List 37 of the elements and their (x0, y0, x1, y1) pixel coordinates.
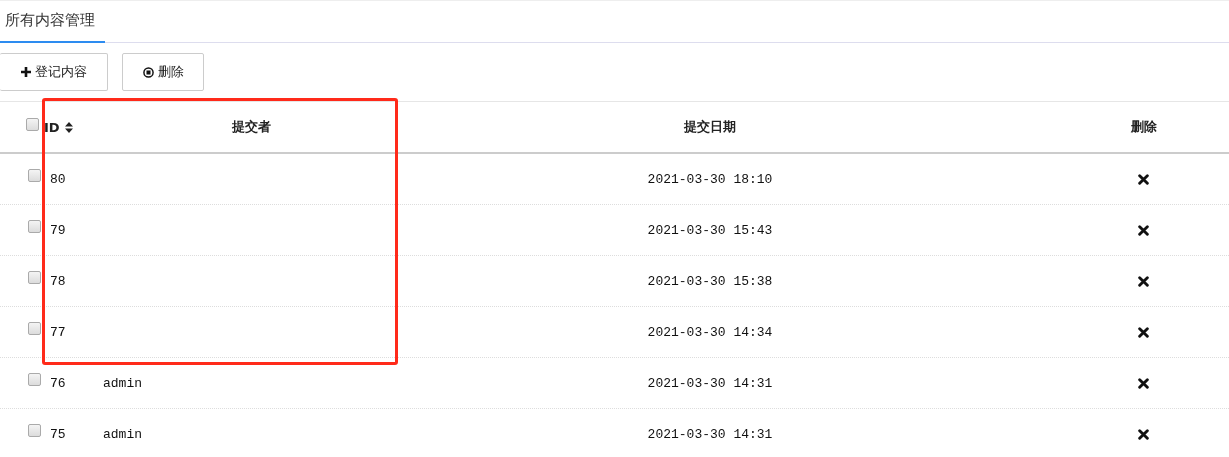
delete-icon[interactable] (1138, 275, 1149, 287)
delete-icon[interactable] (1138, 377, 1149, 389)
date-cell: 2021-03-30 14:31 (647, 427, 773, 442)
checkbox[interactable] (28, 219, 41, 233)
plus-icon (20, 67, 31, 77)
id-cell: 75 (50, 426, 66, 442)
id-cell: 76 (50, 375, 66, 391)
delete-button[interactable]: 删除 (122, 53, 204, 91)
sort-icon[interactable] (64, 121, 73, 133)
id-cell: 78 (50, 273, 66, 289)
delete-icon[interactable] (1138, 173, 1149, 185)
id-cell: 80 (50, 171, 66, 187)
date-cell: 2021-03-30 14:34 (647, 325, 773, 340)
circle-x-icon (142, 66, 154, 78)
delete-icon[interactable] (1138, 224, 1149, 236)
delete-icon[interactable] (1138, 326, 1149, 338)
checkbox[interactable] (26, 117, 39, 131)
submitter-cell: admin (103, 427, 142, 442)
column-header: 提交日期 (684, 119, 736, 134)
submitter-cell: admin (103, 376, 142, 391)
delete-icon[interactable] (1138, 428, 1149, 440)
checkbox[interactable] (28, 270, 41, 284)
column-header: 提交者 (232, 119, 271, 134)
date-cell: 2021-03-30 14:31 (647, 376, 773, 391)
date-cell: 2021-03-30 18:10 (647, 172, 773, 187)
tab[interactable]: 所有内容管理 (0, 1, 105, 43)
id-cell: 79 (50, 222, 66, 238)
add-button[interactable]: 登记内容 (0, 53, 108, 91)
checkbox[interactable] (28, 321, 41, 335)
column-header[interactable]: ID (44, 119, 60, 135)
checkbox[interactable] (28, 372, 41, 386)
date-cell: 2021-03-30 15:38 (647, 274, 773, 289)
id-cell: 77 (50, 324, 66, 340)
column-header: 删除 (1130, 118, 1157, 136)
date-cell: 2021-03-30 15:43 (647, 223, 773, 238)
checkbox[interactable] (28, 168, 41, 182)
checkbox[interactable] (28, 423, 41, 437)
